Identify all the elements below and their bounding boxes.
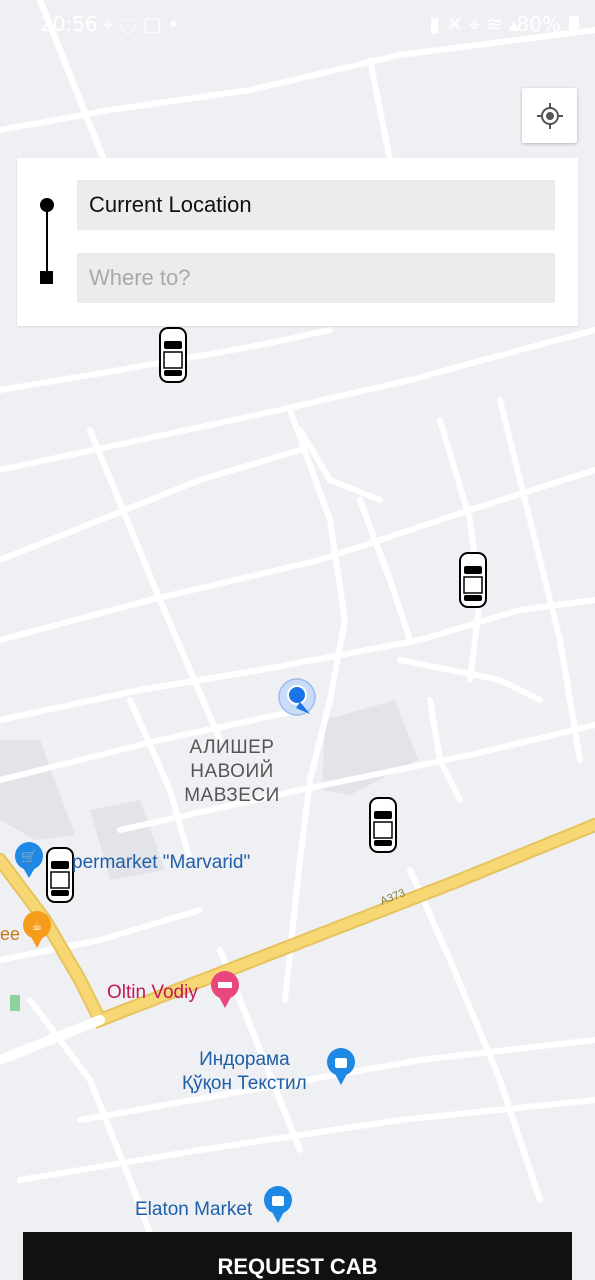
dot-icon: • bbox=[167, 12, 186, 36]
pickup-input[interactable] bbox=[77, 180, 555, 230]
user-location-marker-icon bbox=[278, 678, 316, 716]
battery-icon bbox=[569, 16, 579, 32]
poi-label-cafe[interactable]: ee bbox=[0, 924, 20, 945]
mute-icon: ✕ bbox=[446, 12, 469, 36]
taxi-car-icon[interactable] bbox=[46, 847, 74, 903]
dropoff-square-icon bbox=[40, 271, 53, 284]
status-right-icons: ▮✕⌖≋▴ bbox=[429, 12, 525, 36]
route-line bbox=[46, 208, 48, 274]
my-location-icon bbox=[536, 102, 563, 129]
district-label: АЛИШЕР НАВОИЙ МАВЗЕСИ bbox=[184, 737, 280, 806]
poi-label-elaton-market[interactable]: Elaton Market bbox=[135, 1199, 252, 1221]
battery-percent: 80% bbox=[516, 12, 561, 36]
location-icon: ⌖ bbox=[468, 12, 487, 36]
poi-label-indorama[interactable]: Индорама Қўқон Текстил bbox=[182, 1048, 307, 1096]
location-icon: ⌖ bbox=[102, 12, 120, 36]
taxi-car-icon[interactable] bbox=[159, 327, 187, 383]
whatsapp-icon: ◌ bbox=[119, 12, 143, 36]
dropoff-input[interactable] bbox=[77, 253, 555, 303]
park-marker bbox=[10, 995, 20, 1011]
request-cab-button[interactable]: REQUEST CAB bbox=[23, 1232, 572, 1280]
taxi-car-icon[interactable] bbox=[369, 797, 397, 853]
wifi-icon: ≋ bbox=[486, 12, 509, 36]
my-location-button[interactable] bbox=[522, 88, 577, 143]
poi-label-oltin-vodiy[interactable]: Oltin Vodiy bbox=[107, 982, 198, 1004]
instagram-icon: ▢ bbox=[142, 12, 168, 36]
poi-label-supermarket[interactable]: permarket "Marvarid" bbox=[72, 852, 250, 874]
status-left-icons: ⌖◌▢• bbox=[102, 12, 185, 36]
request-cab-label: REQUEST CAB bbox=[217, 1254, 378, 1279]
status-bar: 20:56 ⌖◌▢• ▮✕⌖≋▴ 80% bbox=[0, 0, 595, 50]
route-card bbox=[17, 158, 578, 326]
battery-saver-icon: ▮ bbox=[429, 12, 447, 36]
taxi-car-icon[interactable] bbox=[459, 552, 487, 608]
svg-text:☕: ☕ bbox=[32, 919, 43, 933]
status-time: 20:56 bbox=[40, 12, 98, 36]
svg-text:🛒: 🛒 bbox=[21, 849, 37, 865]
